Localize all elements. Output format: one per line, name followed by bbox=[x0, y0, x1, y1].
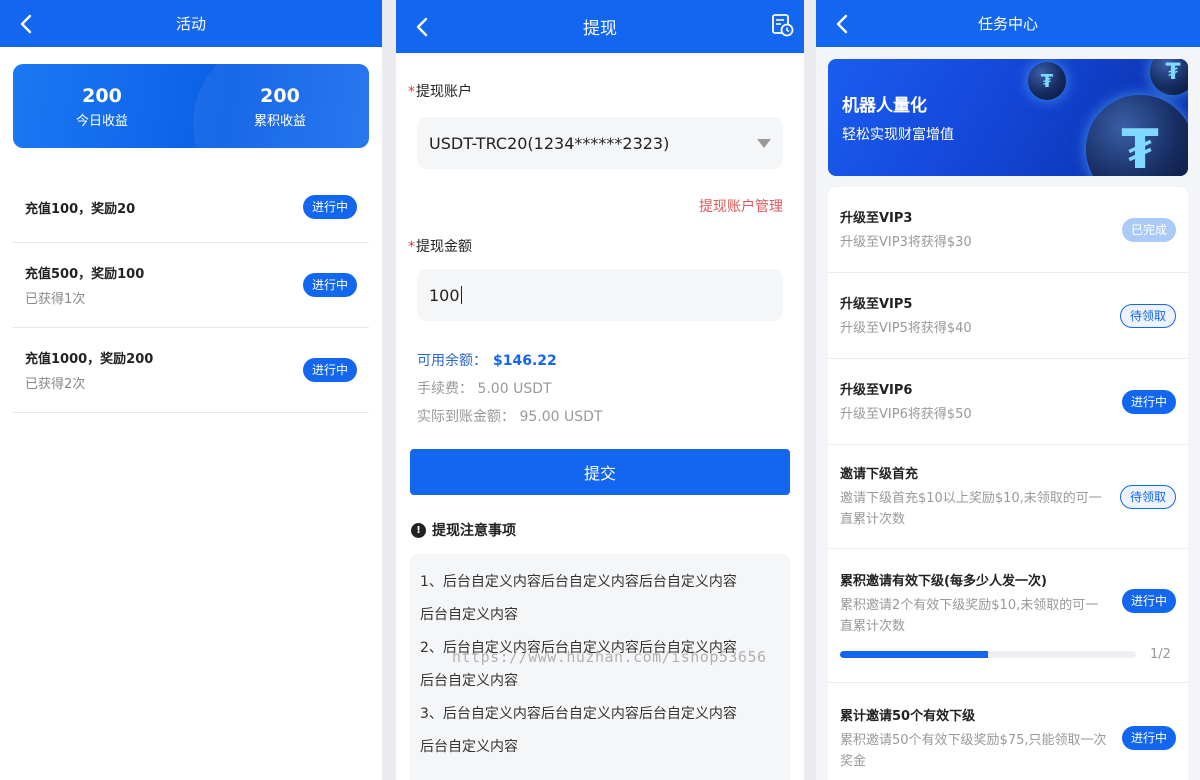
task-item: 邀请下级首充 邀请下级首充$10以上奖励$10,未领取的可一直累计次数 待领取 bbox=[828, 445, 1188, 549]
available-balance: 可用余额： $146.22 bbox=[417, 347, 804, 375]
activity-item[interactable]: 充值1000，奖励200 已获得2次 进行中 bbox=[13, 328, 369, 413]
activity-count: 已获得2次 bbox=[25, 377, 86, 392]
task-item: 升级至VIP6 升级至VIP6将获得$50 进行中 bbox=[828, 359, 1188, 445]
task-title: 累计邀请50个有效下级 bbox=[840, 708, 976, 724]
status-badge[interactable]: 进行中 bbox=[1121, 726, 1176, 750]
header-bar: 提现 bbox=[396, 0, 804, 53]
text-cursor bbox=[460, 286, 462, 304]
task-list: 升级至VIP3 升级至VIP3将获得$30 已完成 升级至VIP5 升级至VIP… bbox=[828, 187, 1188, 780]
status-badge: 已完成 bbox=[1121, 217, 1176, 242]
claim-button[interactable]: 待领取 bbox=[1119, 303, 1176, 328]
watermark-text: https://www.huzhan.com/ishop53656 bbox=[452, 648, 767, 666]
activity-title: 充值1000，奖励200 bbox=[25, 352, 154, 367]
notes-header: ! 提现注意事项 bbox=[411, 520, 804, 540]
header-bar: 活动 bbox=[0, 0, 382, 47]
task-description: 累积邀请2个有效下级奖励$10,未领取的可一直累计次数 bbox=[840, 597, 1099, 634]
activity-title: 充值100，奖励20 bbox=[25, 201, 136, 217]
required-mark: * bbox=[408, 239, 415, 255]
progress-bar bbox=[840, 650, 1136, 658]
tether-coin-icon: ₮ bbox=[1086, 95, 1188, 176]
note-line: 1、后台自定义内容后台自定义内容后台自定义内容 bbox=[420, 574, 737, 590]
back-icon[interactable] bbox=[412, 14, 434, 40]
activity-screen: 活动 200 今日收益 200 累积收益 充值100，奖励20 进行中 充值50… bbox=[0, 0, 382, 780]
fee-text: 手续费： 5.00 USDT bbox=[417, 381, 552, 397]
activity-list: 充值100，奖励20 进行中 充值500，奖励100 已获得1次 进行中 充值1… bbox=[13, 172, 369, 413]
notes-box: 1、后台自定义内容后台自定义内容后台自定义内容 后台自定义内容 2、后台自定义内… bbox=[410, 554, 790, 780]
task-item: 累积邀请有效下级(每多少人发一次) 累积邀请2个有效下级奖励$10,未领取的可一… bbox=[828, 549, 1188, 683]
available-balance-value: $146.22 bbox=[493, 353, 557, 369]
today-earnings: 200 今日收益 bbox=[13, 64, 191, 148]
amount-label: *提现金额 bbox=[408, 236, 804, 256]
status-badge[interactable]: 进行中 bbox=[302, 273, 357, 297]
today-earnings-label: 今日收益 bbox=[75, 113, 128, 129]
activity-title: 充值500，奖励100 bbox=[25, 267, 145, 282]
notes-title: 提现注意事项 bbox=[432, 523, 516, 539]
info-icon: ! bbox=[411, 522, 426, 538]
activity-count: 已获得1次 bbox=[25, 292, 86, 307]
actual-amount-text: 实际到账金额： 95.00 USDT bbox=[417, 409, 603, 425]
submit-button[interactable]: 提交 bbox=[410, 449, 790, 495]
status-badge[interactable]: 进行中 bbox=[1121, 389, 1176, 414]
total-earnings: 200 累积收益 bbox=[191, 64, 369, 148]
banner-subtitle: 轻松实现财富增值 bbox=[842, 127, 954, 143]
total-earnings-value: 200 bbox=[260, 84, 300, 107]
activity-item[interactable]: 充值500，奖励100 已获得1次 进行中 bbox=[13, 243, 369, 328]
page-title: 活动 bbox=[175, 15, 206, 33]
available-balance-label: 可用余额： bbox=[417, 353, 487, 369]
status-badge[interactable]: 进行中 bbox=[302, 358, 357, 382]
note-line: 后台自定义内容 bbox=[420, 673, 518, 689]
status-badge[interactable]: 进行中 bbox=[302, 195, 357, 219]
progress-text: 1/2 bbox=[1150, 646, 1171, 662]
note-line: 3、后台自定义内容后台自定义内容后台自定义内容 bbox=[420, 706, 737, 722]
tether-coin-icon: ₮ bbox=[1150, 59, 1188, 95]
task-item: 累计邀请50个有效下级 累积邀请50个有效下级奖励$75,只能领取一次奖金 进行… bbox=[828, 683, 1188, 780]
account-select[interactable]: USDT-TRC20(1234******2323) bbox=[417, 117, 783, 169]
note-line: 后台自定义内容 bbox=[420, 607, 518, 623]
earnings-summary-card: 200 今日收益 200 累积收益 bbox=[13, 64, 369, 148]
task-title: 邀请下级首充 bbox=[840, 467, 919, 482]
back-icon[interactable] bbox=[16, 11, 38, 37]
total-earnings-label: 累积收益 bbox=[253, 113, 306, 129]
page-title: 任务中心 bbox=[977, 15, 1038, 33]
task-description: 升级至VIP3将获得$30 bbox=[840, 234, 972, 250]
header-bar: 任务中心 bbox=[816, 0, 1200, 47]
history-icon[interactable] bbox=[770, 12, 794, 38]
account-select-value: USDT-TRC20(1234******2323) bbox=[429, 133, 670, 153]
progress-fill bbox=[840, 650, 988, 658]
task-description: 升级至VIP5将获得$40 bbox=[840, 320, 972, 336]
manage-accounts-link[interactable]: 提现账户管理 bbox=[396, 196, 783, 216]
back-icon[interactable] bbox=[832, 11, 854, 37]
amount-input-value: 100 bbox=[429, 285, 460, 305]
task-title: 升级至VIP3 bbox=[840, 210, 913, 226]
task-title: 升级至VIP6 bbox=[840, 382, 913, 398]
page-title: 提现 bbox=[583, 19, 617, 39]
account-label: *提现账户 bbox=[408, 81, 804, 101]
status-badge[interactable]: 进行中 bbox=[1121, 589, 1176, 613]
amount-label-text: 提现金额 bbox=[416, 239, 472, 255]
promo-banner[interactable]: 机器人量化 轻松实现财富增值 ₮ ₮ ₮ bbox=[828, 59, 1188, 176]
task-item: 升级至VIP5 升级至VIP5将获得$40 待领取 bbox=[828, 273, 1188, 359]
task-description: 累积邀请50个有效下级奖励$75,只能领取一次奖金 bbox=[840, 732, 1107, 769]
task-title: 升级至VIP5 bbox=[840, 296, 913, 312]
amount-input[interactable]: 100 bbox=[417, 269, 783, 321]
task-title: 累积邀请有效下级(每多少人发一次) bbox=[840, 573, 1047, 589]
required-mark: * bbox=[408, 84, 415, 100]
activity-item[interactable]: 充值100，奖励20 进行中 bbox=[13, 172, 369, 243]
tether-coin-icon: ₮ bbox=[1028, 62, 1066, 100]
task-center-screen: 任务中心 机器人量化 轻松实现财富增值 ₮ ₮ ₮ 升级至VIP3 升级至VIP… bbox=[816, 0, 1200, 780]
banner-title: 机器人量化 bbox=[842, 96, 927, 116]
task-item: 升级至VIP3 升级至VIP3将获得$30 已完成 bbox=[828, 187, 1188, 273]
progress-row: 1/2 bbox=[840, 647, 1171, 662]
balance-info: 可用余额： $146.22 手续费： 5.00 USDT 实际到账金额： 95.0… bbox=[417, 347, 804, 431]
claim-button[interactable]: 待领取 bbox=[1119, 484, 1176, 509]
note-line: 后台自定义内容 bbox=[420, 739, 518, 755]
task-description: 邀请下级首充$10以上奖励$10,未领取的可一直累计次数 bbox=[840, 491, 1102, 527]
today-earnings-value: 200 bbox=[82, 84, 122, 107]
task-description: 升级至VIP6将获得$50 bbox=[840, 406, 972, 422]
account-label-text: 提现账户 bbox=[416, 84, 472, 100]
caret-down-icon bbox=[757, 139, 771, 148]
